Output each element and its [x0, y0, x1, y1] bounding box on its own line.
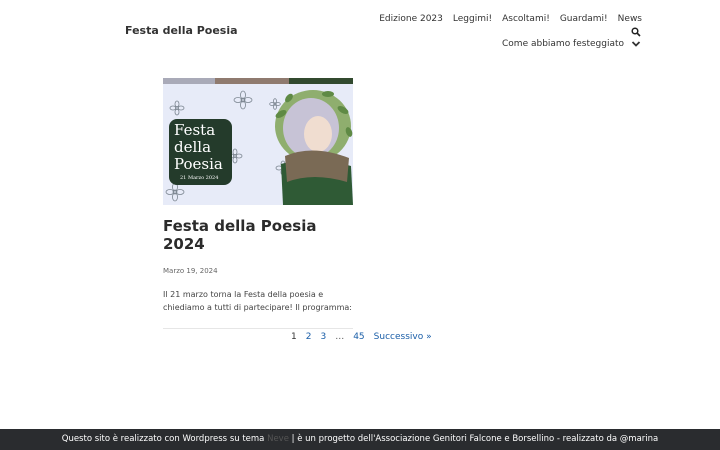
page-link-last[interactable]: 45 [353, 332, 364, 342]
image-title-badge: Festa della Poesia 21 Marzo 2024 [169, 119, 232, 185]
nav-item-come-abbiamo-festeggiato[interactable]: Come abbiamo festeggiato [502, 39, 624, 49]
page-ellipsis: … [335, 332, 345, 342]
post-title[interactable]: Festa della Poesia 2024 [163, 217, 353, 253]
main-navigation: Edizione 2023 Leggimi! Ascoltami! Guarda… [379, 14, 642, 50]
footer-text-1: Questo sito è realizzato con Wordpress s… [61, 434, 265, 444]
footer-text-2: | è un progetto dell'Associazione Genito… [291, 434, 659, 444]
footer-theme-link[interactable]: Neve [267, 434, 289, 444]
page-current: 1 [291, 332, 297, 342]
pagination: 1 2 3 … 45 Successivo » [291, 332, 432, 342]
nav-item-guardami[interactable]: Guardami! [560, 14, 608, 24]
post-divider [163, 328, 353, 329]
site-title[interactable]: Festa della Poesia [125, 24, 238, 37]
chevron-down-icon[interactable] [630, 38, 642, 50]
nav-item-edizione-2023[interactable]: Edizione 2023 [379, 14, 443, 24]
post-excerpt: Il 21 marzo torna la Festa della poesia … [163, 290, 352, 312]
site-footer: Questo sito è realizzato con Wordpress s… [0, 429, 720, 450]
page-link-3[interactable]: 3 [320, 332, 326, 342]
post-card: Festa della Poesia 21 Marzo 2024 Festa d… [163, 78, 353, 329]
next-page-link[interactable]: Successivo » [374, 332, 432, 342]
page-link-2[interactable]: 2 [306, 332, 312, 342]
nav-item-news[interactable]: News [618, 14, 642, 24]
search-icon[interactable] [631, 27, 641, 37]
post-featured-image[interactable]: Festa della Poesia 21 Marzo 2024 [163, 84, 353, 205]
post-date: Marzo 19, 2024 [163, 267, 218, 275]
nav-item-leggimi[interactable]: Leggimi! [453, 14, 492, 24]
nav-item-ascoltami[interactable]: Ascoltami! [502, 14, 550, 24]
